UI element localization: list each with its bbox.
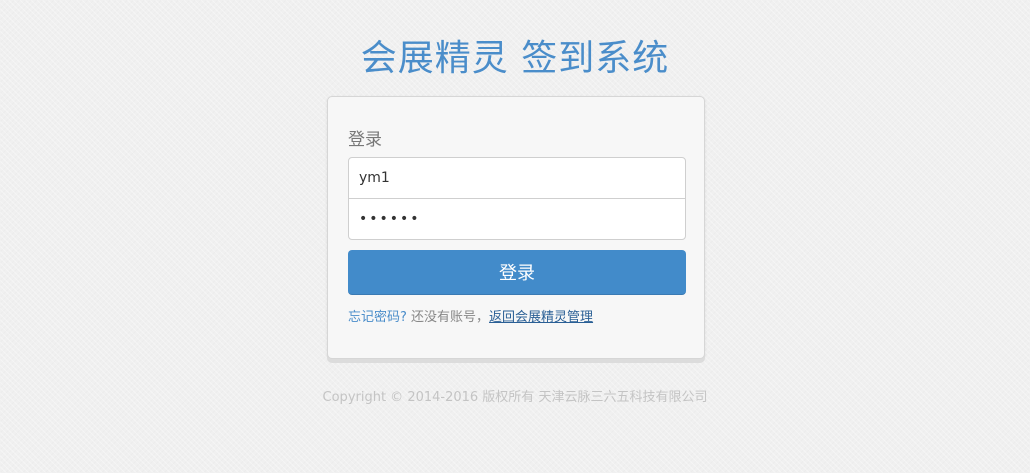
username-input[interactable] [348,157,686,199]
login-button[interactable]: 登录 [348,250,686,295]
login-links: 忘记密码? 还没有账号，返回会展精灵管理 [348,306,593,325]
login-card: 登录 登录 忘记密码? 还没有账号，返回会展精灵管理 [327,96,705,359]
login-heading: 登录 [348,130,382,150]
forgot-password-link[interactable]: 忘记密码? [348,310,407,325]
page-title: 会展精灵 签到系统 [360,38,670,79]
password-input[interactable] [348,198,686,240]
back-to-admin-link[interactable]: 返回会展精灵管理 [489,310,593,325]
no-account-text: 还没有账号， [406,310,490,325]
copyright-text: Copyright © 2014-2016 版权所有 天津云脉三六五科技有限公司 [322,390,708,405]
